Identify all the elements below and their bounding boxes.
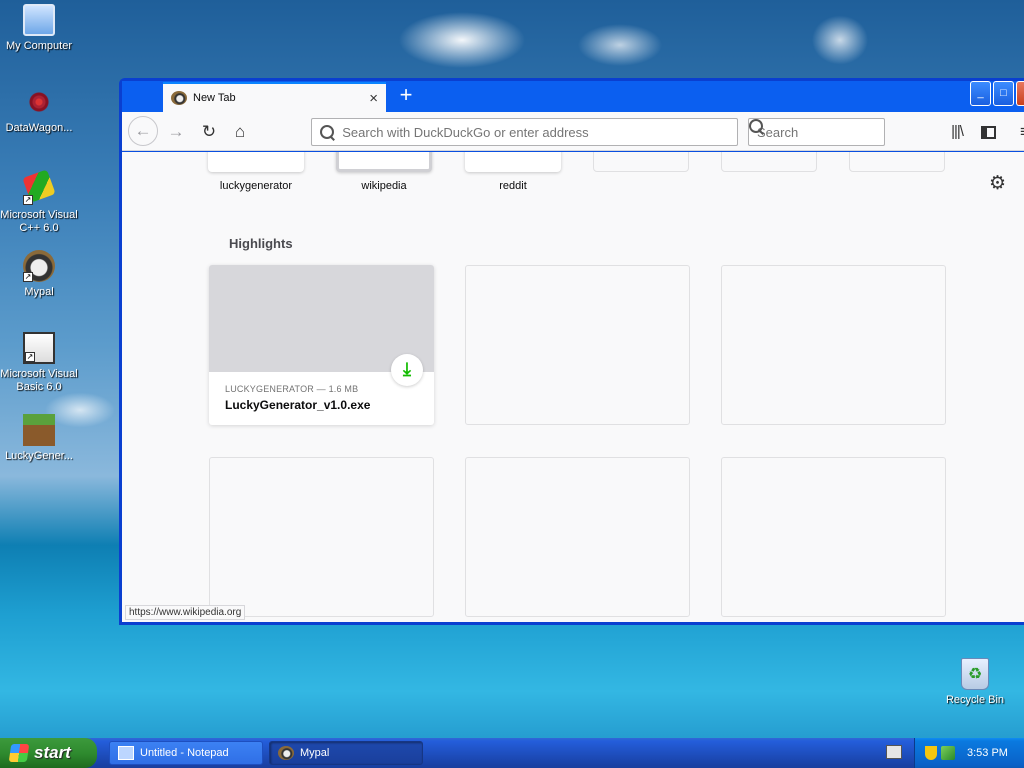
windows-logo-icon xyxy=(8,744,30,762)
url-bar[interactable] xyxy=(311,118,738,146)
top-site-reddit[interactable]: reddit xyxy=(465,152,561,192)
taskbar-item-notepad[interactable]: Untitled - Notepad xyxy=(109,741,263,765)
top-site-label: wikipedia xyxy=(361,180,407,192)
top-site-label: reddit xyxy=(499,180,527,192)
shortcut-arrow-icon: ↗ xyxy=(25,352,35,362)
taskbar-item-label: Mypal xyxy=(300,747,330,759)
desktop-icon-visual-basic[interactable]: ↗ Microsoft Visual Basic 6.0 xyxy=(0,332,78,394)
desktop-icon-label: Recycle Bin xyxy=(945,694,1005,706)
desktop-icon-mypal[interactable]: ↗ Mypal xyxy=(0,250,78,299)
card-filename: LuckyGenerator_v1.0.exe xyxy=(225,398,371,412)
security-shield-icon[interactable] xyxy=(925,746,937,760)
navigation-toolbar: ← → ↻ ⌂ |||\ ≡ xyxy=(122,112,1024,151)
card-preview: ⤓ xyxy=(209,265,434,386)
url-input[interactable] xyxy=(342,124,737,140)
highlight-card-empty xyxy=(465,457,690,617)
top-site-thumbnail xyxy=(336,152,432,172)
search-icon xyxy=(320,125,335,139)
search-bar[interactable] xyxy=(748,118,885,146)
close-window-button[interactable] xyxy=(1016,81,1024,106)
highlight-card-download[interactable]: ⤓ LUCKYGENERATOR — 1.6 MB LuckyGenerator… xyxy=(209,265,434,425)
top-site-label: luckygenerator xyxy=(219,180,293,192)
top-site-thumbnail xyxy=(465,152,561,172)
tab-title: New Tab xyxy=(193,92,236,104)
sidebar-icon xyxy=(980,126,996,140)
window-controls: _ □ xyxy=(970,81,1024,106)
browser-window: New Tab × + _ □ ← → ↻ ⌂ |||\ ≡ luckygene… xyxy=(119,78,1024,625)
highlight-card-empty xyxy=(465,265,690,425)
card-context: LUCKYGENERATOR — 1.6 MB xyxy=(225,384,359,394)
visual-cpp-icon: ↗ xyxy=(22,169,56,205)
top-site-empty xyxy=(721,152,817,172)
desktop-icon-recycle-bin[interactable]: ♻ Recycle Bin xyxy=(936,658,1014,707)
menu-button[interactable]: ≡ xyxy=(1012,119,1024,145)
highlights-heading: Highlights xyxy=(229,236,293,251)
desktop-icon-label: Microsoft Visual Basic 6.0 xyxy=(0,368,78,393)
new-tab-page: luckygenerator wikipedia reddit ⚙ Highli… xyxy=(122,152,1024,622)
desktop-icon-visual-cpp[interactable]: ↗ Microsoft Visual C++ 6.0 xyxy=(0,169,78,235)
recycle-bin-icon: ♻ xyxy=(961,658,989,690)
mypal-icon xyxy=(278,746,294,760)
gear-icon[interactable]: ⚙ xyxy=(989,172,1006,195)
mypal-icon: ↗ xyxy=(23,250,55,282)
new-tab-button[interactable]: + xyxy=(394,84,418,107)
network-icon[interactable] xyxy=(941,746,955,760)
desktop-icon-luckygenerator[interactable]: LuckyGener... xyxy=(0,414,78,463)
top-site-empty xyxy=(593,152,689,172)
clock[interactable]: 3:53 PM xyxy=(967,747,1008,759)
status-url: https://www.wikipedia.org xyxy=(125,605,246,620)
top-site-thumbnail xyxy=(208,152,304,172)
sidebar-toggle-button[interactable] xyxy=(975,119,1001,145)
tab-strip: New Tab × + _ □ xyxy=(122,81,1024,112)
taskbar-item-label: Untitled - Notepad xyxy=(140,747,229,759)
desktop-icon-label: LuckyGener... xyxy=(5,450,73,462)
highlight-card-empty xyxy=(209,457,434,617)
system-tray: 3:53 PM xyxy=(914,738,1024,768)
download-icon: ⤓ xyxy=(391,354,423,386)
forward-button[interactable]: → xyxy=(163,119,189,145)
desktop-icon-label: Mypal xyxy=(24,286,54,298)
back-button[interactable]: ← xyxy=(128,116,158,146)
notepad-icon xyxy=(118,746,134,760)
top-site-empty xyxy=(849,152,945,172)
computer-icon xyxy=(23,4,55,36)
desktop-icon-datawagon[interactable]: DataWagon... xyxy=(0,86,78,135)
library-button[interactable]: |||\ xyxy=(944,119,970,145)
minimize-button[interactable]: _ xyxy=(970,81,991,106)
top-site-luckygenerator[interactable]: luckygenerator xyxy=(208,152,304,192)
keyboard-icon[interactable] xyxy=(886,745,902,759)
luckygenerator-icon xyxy=(23,414,55,446)
taskbar-item-mypal[interactable]: Mypal xyxy=(269,741,423,765)
visual-basic-icon: ↗ xyxy=(23,332,55,364)
search-input[interactable] xyxy=(757,124,884,140)
highlight-card-empty xyxy=(721,457,946,617)
shortcut-arrow-icon: ↗ xyxy=(23,272,33,282)
home-button[interactable]: ⌂ xyxy=(227,119,253,145)
taskbar: start Untitled - Notepad Mypal 3:53 PM xyxy=(0,738,1024,768)
start-button[interactable]: start xyxy=(0,738,97,768)
reload-button[interactable]: ↻ xyxy=(196,119,222,145)
desktop-icon-label: Microsoft Visual C++ 6.0 xyxy=(0,209,78,234)
desktop-icon-my-computer[interactable]: My Computer xyxy=(0,4,78,53)
datawagon-icon xyxy=(23,86,55,118)
highlight-card-empty xyxy=(721,265,946,425)
desktop-icon-label: DataWagon... xyxy=(5,122,73,134)
desktop-icon-label: My Computer xyxy=(5,40,73,52)
tab-new-tab[interactable]: New Tab × xyxy=(163,82,386,112)
close-tab-icon[interactable]: × xyxy=(369,91,378,106)
start-label: start xyxy=(34,743,71,762)
maximize-button[interactable]: □ xyxy=(993,81,1014,106)
mypal-favicon-icon xyxy=(171,91,187,105)
shortcut-arrow-icon: ↗ xyxy=(23,195,33,205)
top-site-wikipedia[interactable]: wikipedia xyxy=(336,152,432,192)
